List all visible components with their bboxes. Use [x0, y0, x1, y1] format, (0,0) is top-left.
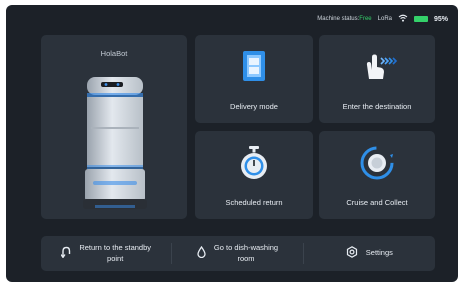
cruise-collect-label: Cruise and Collect — [346, 198, 408, 207]
wifi-icon — [398, 14, 408, 24]
delivery-mode-card[interactable]: Delivery mode — [195, 35, 313, 123]
machine-status-label: Machine status: — [317, 16, 360, 22]
dishwashing-line2: room — [237, 253, 255, 263]
cruise-ring-icon — [359, 145, 395, 186]
stopwatch-icon — [237, 145, 271, 186]
enter-destination-card[interactable]: Enter the destination — [319, 35, 435, 123]
scheduled-return-label: Scheduled return — [225, 198, 283, 207]
machine-status: Machine status:Free — [317, 16, 371, 22]
dishwashing-room-label: Go to dish-washing room — [214, 243, 278, 263]
robot-name: HolaBot — [100, 49, 128, 58]
robot-image — [79, 73, 151, 220]
settings-button[interactable]: Settings — [304, 236, 435, 271]
robot-panel: HolaBot — [41, 35, 187, 219]
return-standby-label: Return to the standby point — [79, 243, 151, 263]
bottom-action-bar: Return to the standby point Go to dish-w… — [41, 236, 435, 271]
dishwashing-line1: Go to dish-washing — [213, 243, 279, 253]
scheduled-return-card[interactable]: Scheduled return — [195, 131, 313, 219]
status-bar: Machine status:Free LoRa 95% — [317, 13, 448, 25]
dishwashing-room-button[interactable]: Go to dish-washing room — [172, 236, 302, 271]
delivery-phone-icon — [239, 49, 269, 88]
return-arrow-icon — [60, 245, 71, 263]
tap-hand-icon — [355, 49, 399, 88]
battery-percentage: 95% — [433, 15, 448, 23]
settings-label: Settings — [365, 248, 393, 258]
delivery-mode-label: Delivery mode — [230, 102, 278, 111]
return-standby-line1: Return to the standby — [79, 243, 152, 253]
enter-destination-label: Enter the destination — [342, 102, 412, 111]
battery-icon — [413, 16, 428, 22]
return-standby-button[interactable]: Return to the standby point — [41, 236, 171, 271]
cruise-collect-card[interactable]: Cruise and Collect — [319, 131, 435, 219]
network-label: LoRa — [377, 16, 392, 22]
gear-icon — [346, 245, 358, 263]
app-screen: Machine status:Free LoRa 95% HolaBot Del… — [6, 5, 458, 282]
return-standby-line2: point — [107, 253, 124, 263]
machine-status-value: Free — [359, 16, 372, 22]
water-drop-icon — [197, 245, 206, 263]
